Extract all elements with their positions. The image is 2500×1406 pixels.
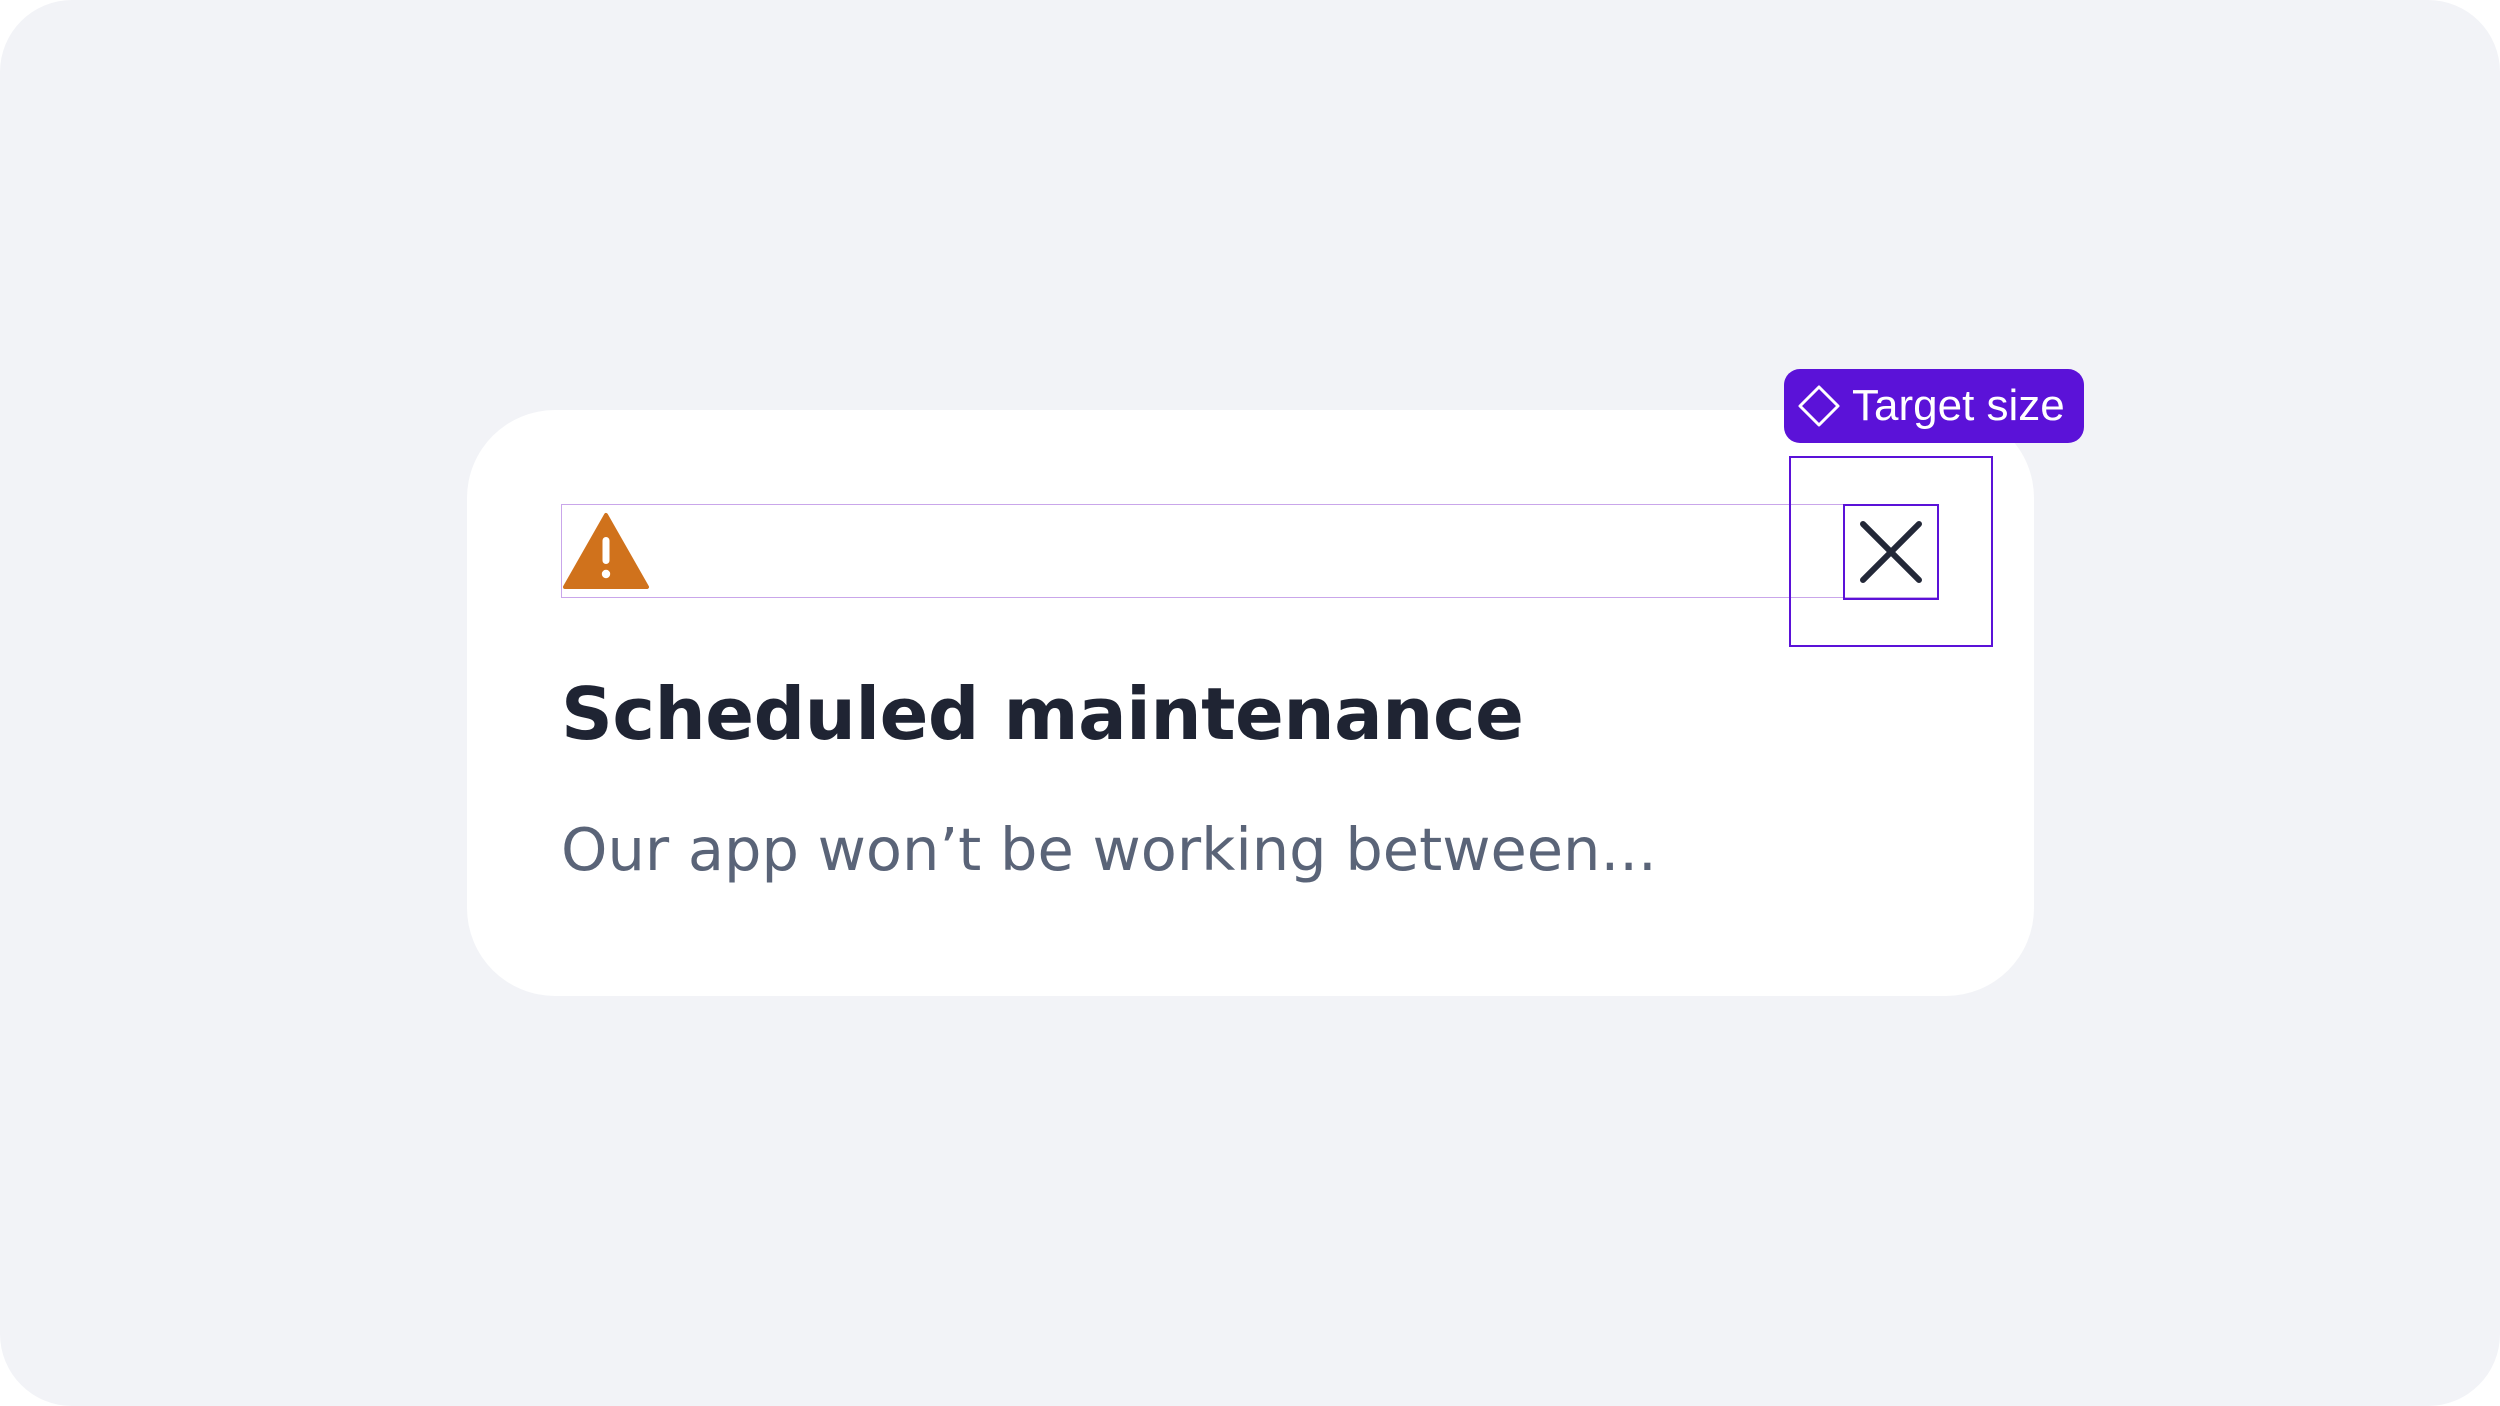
close-button[interactable]	[1843, 504, 1939, 600]
target-size-badge: Target size	[1784, 369, 2084, 443]
diamond-component-icon	[1798, 385, 1840, 427]
notification-title: Scheduled maintenance	[561, 672, 1524, 756]
notification-card: Scheduled maintenance Our app won’t be w…	[467, 410, 2034, 996]
canvas-background: Scheduled maintenance Our app won’t be w…	[0, 0, 2500, 1406]
notification-body: Our app won’t be working between...	[561, 815, 1657, 884]
close-icon	[1860, 521, 1922, 583]
target-size-label: Target size	[1852, 381, 2065, 430]
warning-triangle-icon	[562, 511, 650, 591]
notification-header-row	[561, 504, 1939, 598]
